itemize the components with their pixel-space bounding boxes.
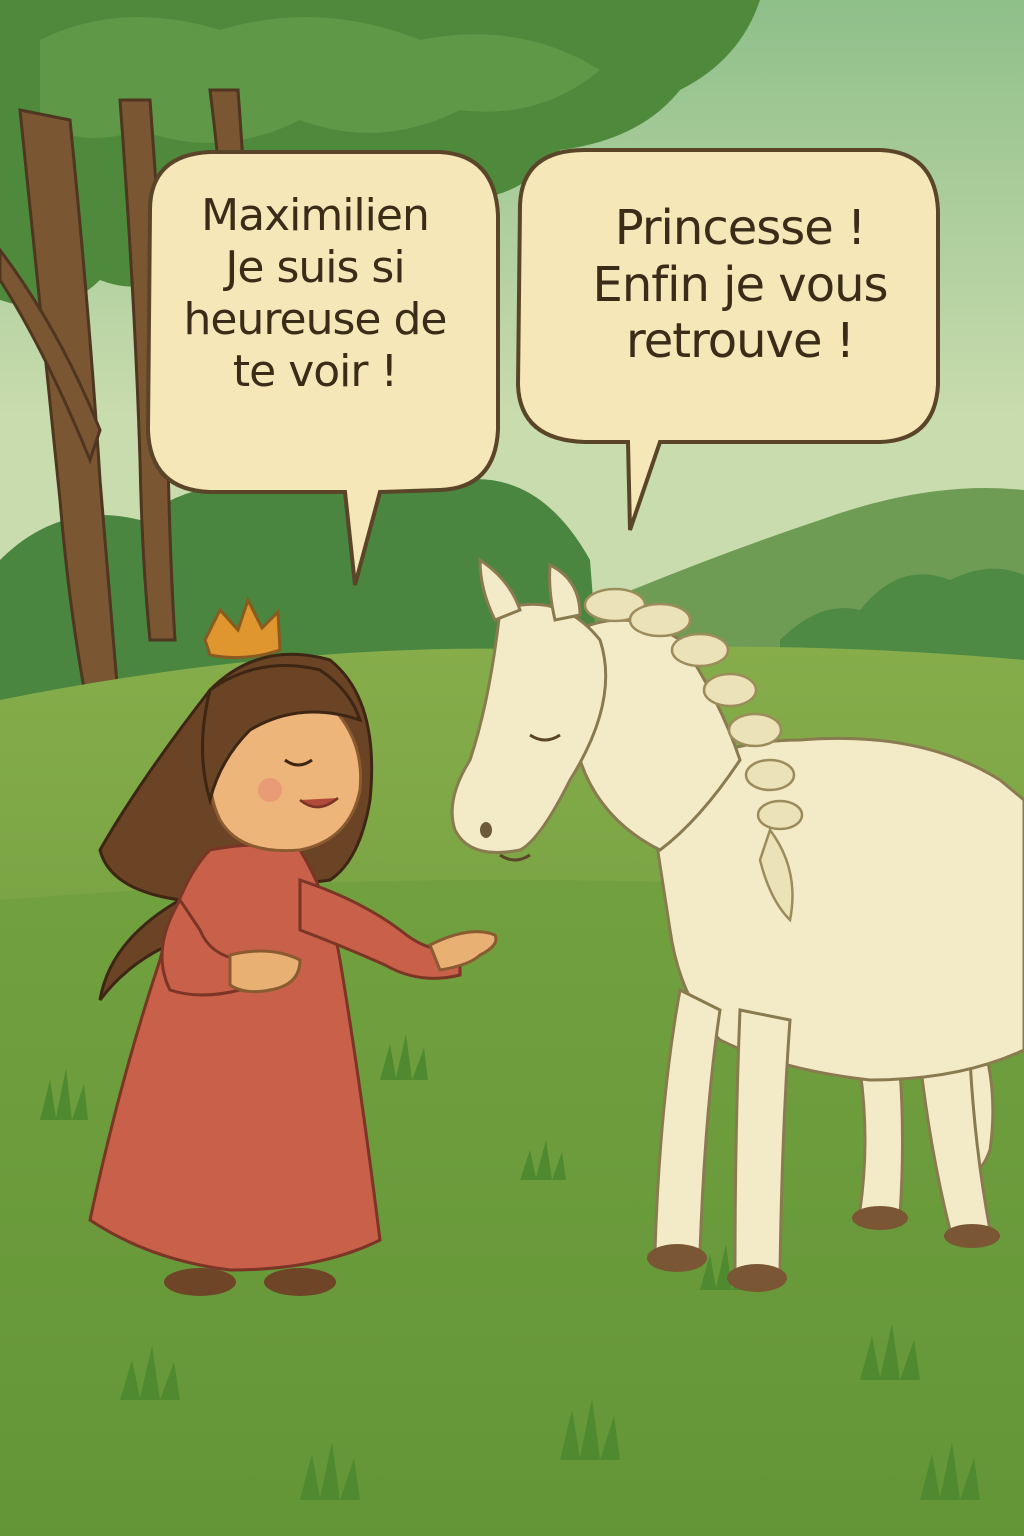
speech-line: Maximilien: [201, 190, 430, 241]
horse-leg: [733, 1008, 792, 1274]
speech-line: retrouve !: [626, 313, 855, 370]
speech-line: te voir !: [232, 345, 398, 397]
horse-leg: [858, 1068, 904, 1217]
speech-text-horse: Princesse ! Enfin je vous retrouve !: [530, 200, 950, 370]
speech-text-princess: Maximilien Je suis si heureuse de te voi…: [150, 190, 480, 398]
princess-shoe: [264, 1268, 336, 1296]
horse-nostril: [480, 822, 492, 838]
speech-line: heureuse de: [183, 293, 448, 345]
speech-line: Princesse !: [614, 200, 867, 256]
speech-line: Enfin je vous: [592, 256, 889, 313]
speech-line: Je suis si: [225, 241, 405, 293]
princess-shoe: [164, 1268, 236, 1296]
illustration-scene: Maximilien Je suis si heureuse de te voi…: [0, 0, 1024, 1536]
